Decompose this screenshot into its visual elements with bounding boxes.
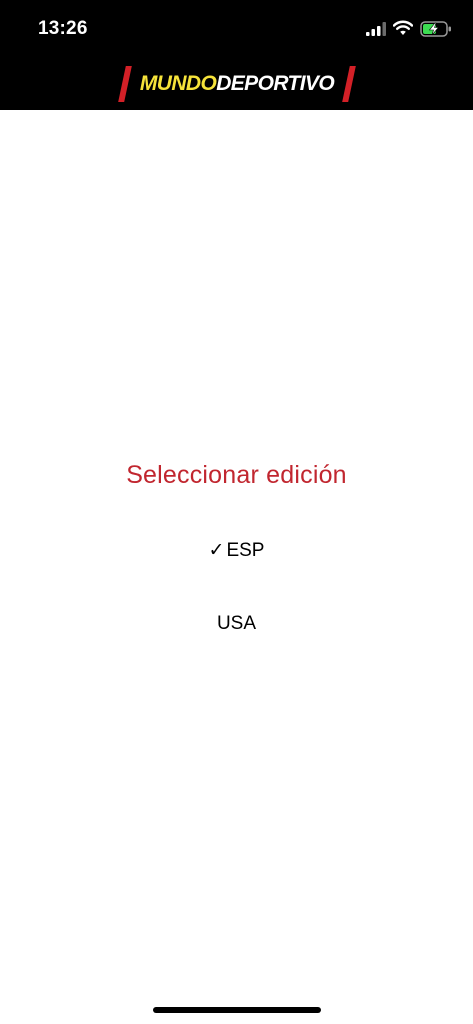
status-bar: 13:26 bbox=[0, 0, 473, 60]
logo-left-bar bbox=[118, 66, 132, 102]
logo-deportivo-text: DEPORTIVO bbox=[216, 72, 335, 95]
logo-mundo-text: MUNDO bbox=[139, 72, 217, 95]
edition-picker: Seleccionar edición ✓ ESP USA bbox=[0, 110, 473, 1024]
battery-charging-icon bbox=[420, 21, 451, 37]
wifi-icon bbox=[393, 20, 413, 35]
edition-option-usa[interactable]: USA bbox=[0, 612, 473, 636]
status-time: 13:26 bbox=[38, 18, 88, 39]
edition-option-label: USA bbox=[216, 613, 257, 634]
mundo-deportivo-logo: MUNDODEPORTIVO bbox=[118, 64, 356, 104]
home-indicator[interactable] bbox=[153, 1007, 321, 1013]
logo-text: MUNDODEPORTIVO bbox=[134, 72, 340, 96]
edition-option-label: ESP bbox=[226, 540, 265, 561]
checkmark-icon: ✓ bbox=[208, 540, 225, 561]
edition-picker-title: Seleccionar edición bbox=[126, 461, 347, 489]
logo-right-bar bbox=[342, 66, 356, 102]
signal-icon bbox=[366, 22, 386, 36]
app-header: 13:26 MUNDODEPORTIVO bbox=[0, 0, 473, 110]
edition-option-esp[interactable]: ✓ ESP bbox=[0, 539, 473, 563]
